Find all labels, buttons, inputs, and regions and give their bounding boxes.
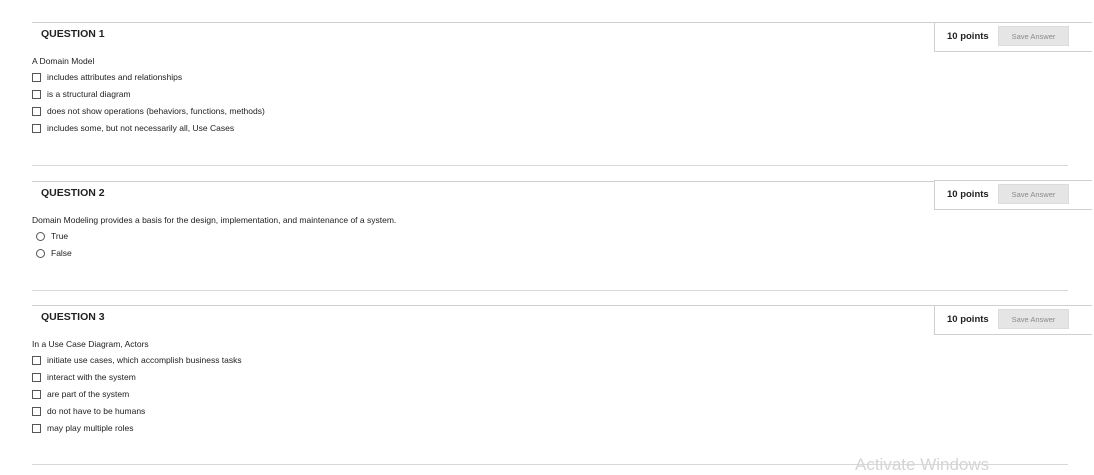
answer-option[interactable]: False [32,247,72,259]
option-label: False [51,248,72,258]
points-panel: 10 points Save Answer [934,180,1092,210]
checkbox[interactable] [32,389,41,399]
answer-option[interactable]: is a structural diagram [32,88,131,100]
points-label: 10 points [947,31,989,42]
option-label: does not show operations (behaviors, fun… [47,106,265,116]
question-title: QUESTION 1 [41,28,105,40]
answer-option[interactable]: are part of the system [32,388,129,400]
question-title: QUESTION 2 [41,187,105,199]
question-divider [32,165,1068,166]
activate-windows-watermark: Activate Windows [855,455,990,474]
option-label: interact with the system [47,372,136,382]
option-label: are part of the system [47,389,130,399]
radio-button[interactable] [36,231,45,241]
question-prompt: In a Use Case Diagram, Actors [32,339,149,349]
checkbox[interactable] [32,423,41,433]
option-label: includes some, but not necessarily all, … [47,123,235,133]
answer-option[interactable]: initiate use cases, which accomplish bus… [32,354,242,366]
radio-button[interactable] [36,248,45,258]
option-label: is a structural diagram [47,89,131,99]
checkbox[interactable] [32,355,41,365]
question-divider [32,290,1068,291]
answer-option[interactable]: interact with the system [32,371,136,383]
save-answer-button[interactable]: Save Answer [998,184,1069,204]
checkbox[interactable] [32,406,41,416]
checkbox[interactable] [32,89,41,99]
question-header: QUESTION 2 [32,181,934,207]
answer-option[interactable]: includes attributes and relationships [32,71,182,83]
option-label: initiate use cases, which accomplish bus… [47,355,242,365]
save-answer-button[interactable]: Save Answer [998,309,1069,329]
option-label: do not have to be humans [47,406,146,416]
points-label: 10 points [947,314,989,325]
checkbox[interactable] [32,372,41,382]
answer-option[interactable]: does not show operations (behaviors, fun… [32,105,265,117]
answer-option[interactable]: True [32,230,68,242]
points-label: 10 points [947,189,989,200]
option-label: includes attributes and relationships [47,72,183,82]
option-label: may play multiple roles [47,423,134,433]
question-prompt: A Domain Model [32,56,95,66]
option-label: True [51,231,69,241]
answer-option[interactable]: includes some, but not necessarily all, … [32,122,234,134]
points-panel: 10 points Save Answer [934,22,1092,52]
checkbox[interactable] [32,72,41,82]
answer-option[interactable]: may play multiple roles [32,422,133,434]
question-header: QUESTION 3 [32,305,934,331]
points-panel: 10 points Save Answer [934,305,1092,335]
save-answer-button[interactable]: Save Answer [998,26,1069,46]
question-prompt: Domain Modeling provides a basis for the… [32,215,397,225]
answer-option[interactable]: do not have to be humans [32,405,145,417]
checkbox[interactable] [32,106,41,116]
question-title: QUESTION 3 [41,311,105,323]
checkbox[interactable] [32,123,41,133]
question-header: QUESTION 1 [32,22,934,48]
